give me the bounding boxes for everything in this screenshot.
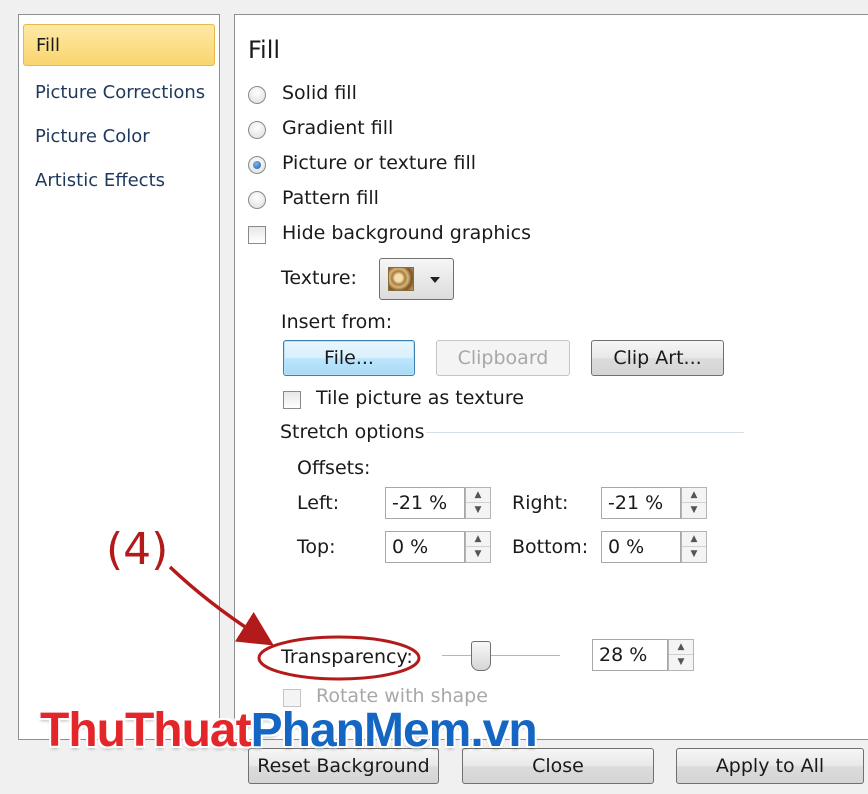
site-watermark: ThuThuatPhanMem.vn xyxy=(40,703,538,758)
transparency-label: Transparency: xyxy=(281,646,413,668)
spin-up-icon[interactable]: ▲ xyxy=(682,488,706,503)
transparency-slider-track[interactable] xyxy=(442,655,560,657)
texture-dropdown[interactable] xyxy=(379,258,454,300)
spin-down-icon[interactable]: ▼ xyxy=(682,503,706,518)
left-offset-stepper[interactable]: ▲ ▼ xyxy=(465,487,491,519)
bottom-offset-stepper[interactable]: ▲ ▼ xyxy=(681,531,707,563)
spin-down-icon[interactable]: ▼ xyxy=(682,547,706,562)
texture-label: Texture: xyxy=(281,267,357,289)
top-offset-label: Top: xyxy=(297,536,336,558)
section-divider xyxy=(426,432,744,433)
category-item-picture-corrections[interactable]: Picture Corrections xyxy=(23,72,215,114)
panel-title: Fill xyxy=(248,36,281,64)
spin-down-icon[interactable]: ▼ xyxy=(466,503,490,518)
clip-art-button[interactable]: Clip Art... xyxy=(591,340,724,376)
spin-down-icon[interactable]: ▼ xyxy=(466,547,490,562)
apply-to-all-button[interactable]: Apply to All xyxy=(676,748,864,784)
top-offset-input[interactable]: 0 % xyxy=(385,531,465,563)
offsets-label: Offsets: xyxy=(297,457,371,479)
spin-up-icon[interactable]: ▲ xyxy=(682,532,706,547)
clipboard-button[interactable]: Clipboard xyxy=(436,340,570,376)
category-list: Fill Picture Corrections Picture Color A… xyxy=(18,14,220,740)
step-annotation-label: (4) xyxy=(106,524,169,575)
solid-fill-radio[interactable] xyxy=(248,86,266,104)
transparency-stepper[interactable]: ▲ ▼ xyxy=(668,639,694,671)
transparency-slider-thumb[interactable] xyxy=(471,641,491,671)
spin-down-icon[interactable]: ▼ xyxy=(669,655,693,670)
category-item-artistic-effects[interactable]: Artistic Effects xyxy=(23,160,215,202)
spin-up-icon[interactable]: ▲ xyxy=(466,488,490,503)
tile-picture-label[interactable]: Tile picture as texture xyxy=(316,387,524,409)
solid-fill-label[interactable]: Solid fill xyxy=(282,82,357,104)
right-offset-stepper[interactable]: ▲ ▼ xyxy=(681,487,707,519)
watermark-part-3: .vn xyxy=(470,704,537,757)
tile-picture-checkbox[interactable] xyxy=(283,391,301,409)
left-offset-label: Left: xyxy=(297,492,340,514)
picture-texture-fill-radio[interactable] xyxy=(248,156,266,174)
picture-texture-fill-label[interactable]: Picture or texture fill xyxy=(282,152,476,174)
gradient-fill-label[interactable]: Gradient fill xyxy=(282,117,393,139)
spin-up-icon[interactable]: ▲ xyxy=(669,640,693,655)
texture-swatch-icon xyxy=(388,267,414,291)
transparency-input[interactable]: 28 % xyxy=(592,639,668,671)
hide-background-checkbox[interactable] xyxy=(248,226,266,244)
right-offset-label: Right: xyxy=(512,492,569,514)
category-item-picture-color[interactable]: Picture Color xyxy=(23,116,215,158)
top-offset-stepper[interactable]: ▲ ▼ xyxy=(465,531,491,563)
watermark-part-2: PhanMem xyxy=(250,704,472,757)
dropdown-arrow-icon xyxy=(430,277,440,283)
pattern-fill-label[interactable]: Pattern fill xyxy=(282,187,379,209)
pattern-fill-radio[interactable] xyxy=(248,191,266,209)
bottom-offset-input[interactable]: 0 % xyxy=(601,531,681,563)
bottom-offset-label: Bottom: xyxy=(512,536,589,558)
file-button[interactable]: File... xyxy=(283,340,415,376)
spin-up-icon[interactable]: ▲ xyxy=(466,532,490,547)
gradient-fill-radio[interactable] xyxy=(248,121,266,139)
watermark-part-1: ThuThuat xyxy=(40,704,252,757)
right-offset-input[interactable]: -21 % xyxy=(601,487,681,519)
left-offset-input[interactable]: -21 % xyxy=(385,487,465,519)
insert-from-label: Insert from: xyxy=(281,311,393,333)
hide-background-label[interactable]: Hide background graphics xyxy=(282,222,531,244)
category-item-fill[interactable]: Fill xyxy=(23,24,215,66)
stretch-options-label: Stretch options xyxy=(280,421,425,443)
